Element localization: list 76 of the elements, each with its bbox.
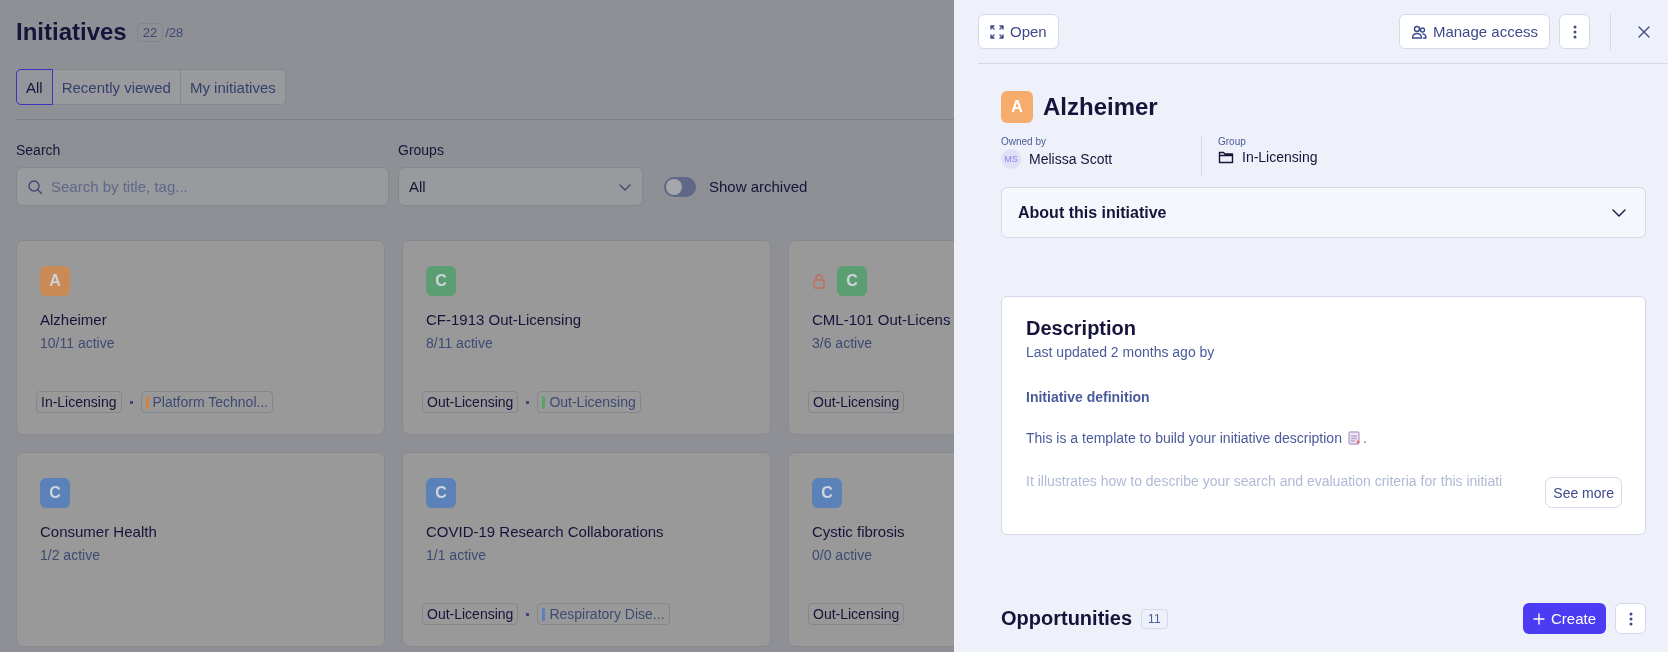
people-icon — [1410, 23, 1427, 40]
description-text: This is a template to build your initiative description — [1026, 430, 1342, 446]
active-count: 10/11 active — [40, 335, 116, 351]
section-title: Opportunities — [1001, 607, 1133, 630]
initiative-card[interactable]: C COVID-19 Research Collaborations 1/1 active Out-Licensing Respiratory Dise... — [402, 452, 771, 647]
plus-icon — [1532, 612, 1545, 625]
card-title: Cystic fibrosis — [812, 523, 906, 540]
groups-dropdown[interactable]: All — [398, 167, 643, 206]
tag: Out-Licensing — [808, 603, 905, 625]
toggle-switch[interactable] — [664, 176, 696, 197]
meta-label: Owned by — [1001, 136, 1048, 147]
card-title: CF-1913 Out-Licensing — [426, 311, 583, 328]
tag: Out-Licensing — [808, 391, 905, 413]
accordion-header[interactable]: About this initiative — [1001, 187, 1646, 238]
more-vertical-icon — [1628, 611, 1633, 626]
more-vertical-icon — [1572, 24, 1577, 39]
tag: Out-Licensing — [537, 391, 641, 413]
filter-tab[interactable]: My initiatives — [179, 69, 286, 105]
card-title: CML-101 Out-Licens — [812, 311, 952, 328]
active-count: 0/0 active — [812, 547, 873, 563]
letter-avatar: C — [426, 266, 456, 296]
letter-avatar: C — [837, 266, 867, 296]
letter-avatar: C — [812, 478, 842, 508]
tag: Platform Technol... — [140, 391, 274, 413]
more-button[interactable] — [1559, 14, 1590, 49]
active-count: 1/1 active — [426, 547, 487, 563]
total-count: /28 — [165, 24, 184, 40]
create-button[interactable]: Create — [1522, 603, 1606, 634]
description-text: It illustrates how to describe your search and evaluation criteria for this initiati — [1026, 473, 1503, 489]
letter-avatar: A — [1001, 91, 1033, 123]
initiative-card[interactable]: C Consumer Health 1/2 active — [16, 452, 385, 647]
user-avatar: MS — [1001, 149, 1021, 169]
open-button[interactable]: Open — [978, 14, 1059, 49]
filter-tab[interactable]: All — [16, 69, 53, 105]
more-button[interactable] — [1615, 603, 1646, 634]
letter-avatar: C — [426, 478, 456, 508]
tag: Respiratory Dise... — [537, 603, 670, 625]
lock-icon — [812, 273, 826, 289]
filter-tab[interactable]: Recently viewed — [51, 69, 181, 105]
see-more-button[interactable]: See more — [1545, 477, 1622, 508]
expand-icon — [990, 24, 1004, 39]
initiative-card[interactable]: A Alzheimer 10/11 active In-Licensing Platform Technol... — [16, 240, 385, 435]
toggle-label: Show archived — [709, 178, 808, 195]
letter-avatar: A — [40, 266, 70, 296]
card-title: Alzheimer — [40, 311, 108, 328]
tag: In-Licensing — [36, 391, 122, 413]
close-icon — [1638, 25, 1650, 38]
initiative-title: Alzheimer — [1043, 93, 1158, 121]
card-title: Consumer Health — [40, 523, 158, 540]
description-heading: Initiative definition — [1026, 389, 1151, 405]
section-title: Description — [1026, 317, 1138, 340]
search-icon — [27, 179, 43, 195]
active-count: 3/6 active — [812, 335, 873, 351]
group-name: In-Licensing — [1242, 149, 1318, 165]
count-badge: 22 — [136, 22, 164, 42]
active-count: 8/11 active — [426, 335, 494, 351]
count-badge: 11 — [1141, 608, 1168, 629]
owner-name: Melissa Scott — [1029, 151, 1113, 167]
letter-avatar: C — [40, 478, 70, 508]
field-label: Groups — [398, 142, 445, 158]
field-label: Search — [16, 142, 62, 158]
folder-icon — [1218, 150, 1234, 164]
last-updated-text: Last updated 2 months ago by — [1026, 344, 1216, 360]
initiative-card[interactable]: C Cystic fibrosis 0/0 active Out-Licensing — [788, 452, 954, 647]
initiative-card[interactable]: C CF-1913 Out-Licensing 8/11 active Out-Licensing Out-Licensing — [402, 240, 771, 435]
manage-access-button[interactable]: Manage access — [1398, 14, 1550, 49]
tag: Out-Licensing — [422, 391, 519, 413]
period-text: . — [1362, 430, 1367, 446]
memo-icon — [1347, 431, 1360, 445]
card-title: COVID-19 Research Collaborations — [426, 523, 665, 540]
search-field[interactable]: Search by title, tag... — [16, 167, 389, 206]
active-count: 1/2 active — [40, 547, 101, 563]
page-title: Initiatives — [16, 18, 127, 46]
initiative-card[interactable]: C CML-101 Out-Licens 3/6 active Out-Licensing — [788, 240, 954, 435]
tag: Out-Licensing — [422, 603, 519, 625]
meta-label: Group — [1218, 136, 1247, 147]
